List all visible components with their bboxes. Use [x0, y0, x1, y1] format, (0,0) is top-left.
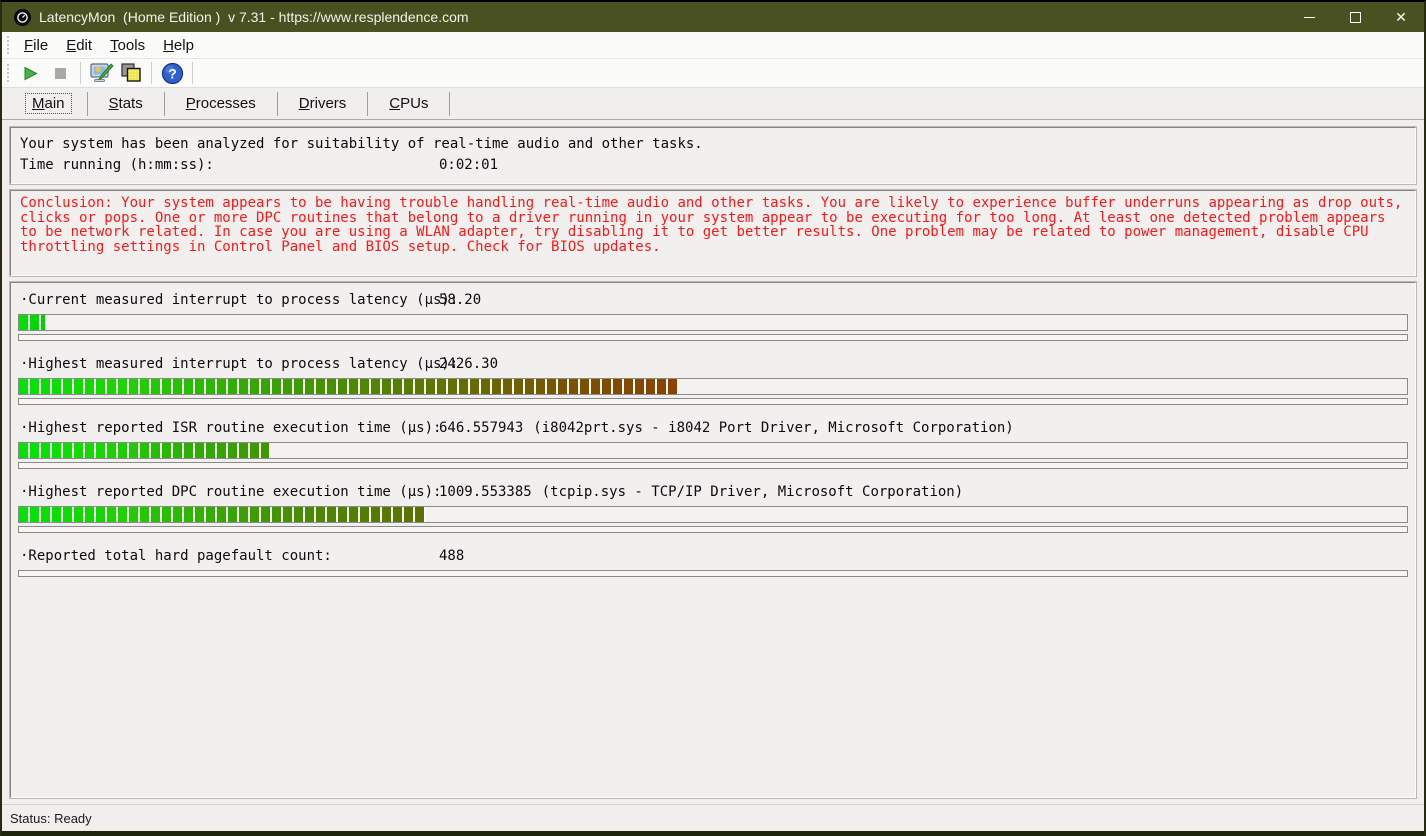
latency-bar-fill: [19, 443, 269, 458]
start-monitor-button[interactable]: [15, 60, 45, 86]
latency-bar: [18, 506, 1408, 523]
tab-main[interactable]: Main: [10, 92, 88, 116]
menubar-gripper[interactable]: [7, 36, 9, 54]
tab-bar: Main Stats Processes Drivers CPUs: [2, 88, 1424, 120]
measurement-label: ·Highest measured interrupt to process l…: [20, 354, 439, 374]
time-running-value: 0:02:01: [439, 157, 498, 173]
latency-bar-scale: [18, 570, 1408, 577]
latencymon-window: LatencyMon (Home Edition ) v 7.31 - http…: [0, 0, 1426, 836]
latency-bar-scale: [18, 398, 1408, 405]
measurement-label: ·Reported total hard pagefault count:: [20, 546, 439, 566]
latency-bar-scale: [18, 334, 1408, 341]
measurements-box: ·Current measured interrupt to process l…: [10, 282, 1416, 798]
measurement-row-pagefault-count: ·Reported total hard pagefault count:488: [18, 546, 1408, 577]
measurement-row-dpc-time: ·Highest reported DPC routine execution …: [18, 482, 1408, 533]
toolbar: ?: [2, 59, 1424, 88]
measurement-value: 646.557943: [439, 420, 523, 436]
help-button[interactable]: ?: [157, 60, 187, 86]
measurement-driver-detail: (i8042prt.sys - i8042 Port Driver, Micro…: [533, 420, 1013, 436]
measurement-label: ·Highest reported DPC routine execution …: [20, 482, 439, 502]
toolbar-separator: [192, 62, 193, 84]
menu-edit[interactable]: Edit: [57, 37, 101, 54]
latency-bar: [18, 314, 1408, 331]
stop-icon: [55, 68, 66, 79]
close-icon: ✕: [1395, 10, 1407, 24]
measurement-row-current-latency: ·Current measured interrupt to process l…: [18, 290, 1408, 341]
menu-tools[interactable]: Tools: [101, 37, 154, 54]
stop-monitor-button[interactable]: [45, 60, 75, 86]
maximize-button[interactable]: [1332, 2, 1378, 32]
menu-help[interactable]: Help: [154, 37, 203, 54]
minimize-icon: [1304, 17, 1315, 18]
tab-drivers[interactable]: Drivers: [278, 92, 369, 116]
latency-bar: [18, 442, 1408, 459]
latency-bar-fill: [19, 507, 426, 522]
app-icon: [14, 9, 31, 26]
title-bar: LatencyMon (Home Edition ) v 7.31 - http…: [2, 2, 1424, 32]
latency-bar-fill: [19, 379, 677, 394]
tab-cpus[interactable]: CPUs: [368, 92, 450, 116]
status-bar: Status: Ready: [2, 804, 1424, 831]
measurement-label: ·Highest reported ISR routine execution …: [20, 418, 439, 438]
time-running-label: Time running (h:mm:ss):: [20, 155, 439, 176]
menu-file[interactable]: File: [15, 37, 57, 54]
tab-processes[interactable]: Processes: [165, 92, 278, 116]
toolbar-gripper[interactable]: [7, 64, 9, 82]
minimize-button[interactable]: [1286, 2, 1332, 32]
measurement-label: ·Current measured interrupt to process l…: [20, 290, 439, 310]
measurement-driver-detail: (tcpip.sys - TCP/IP Driver, Microsoft Co…: [542, 484, 963, 500]
conclusion-text: Conclusion: Your system appears to be ha…: [20, 196, 1406, 254]
measurement-value: 1009.553385: [439, 484, 532, 500]
window-title: LatencyMon (Home Edition ) v 7.31 - http…: [39, 9, 469, 25]
play-icon: [22, 65, 39, 82]
measurement-row-isr-time: ·Highest reported ISR routine execution …: [18, 418, 1408, 469]
latency-bar-fill: [19, 315, 45, 330]
svg-text:?: ?: [168, 65, 177, 81]
maximize-icon: [1350, 12, 1361, 23]
time-running-line: Time running (h:mm:ss):0:02:01: [20, 155, 1406, 176]
latency-bar: [18, 378, 1408, 395]
measurement-value: 58.20: [439, 292, 481, 308]
menu-bar: File Edit Tools Help: [2, 32, 1424, 59]
main-panel: Your system has been analyzed for suitab…: [2, 120, 1424, 804]
window-bottom-edge: [2, 831, 1424, 836]
measurement-value: 488: [439, 548, 464, 564]
monitor-tool-icon: [88, 61, 114, 85]
processes-button[interactable]: [116, 60, 146, 86]
options-button[interactable]: [86, 60, 116, 86]
layers-icon: [119, 61, 143, 85]
latency-bar-scale: [18, 526, 1408, 533]
measurement-row-highest-latency: ·Highest measured interrupt to process l…: [18, 354, 1408, 405]
conclusion-box: Conclusion: Your system appears to be ha…: [10, 190, 1416, 276]
latency-bar-scale: [18, 462, 1408, 469]
measurement-value: 2426.30: [439, 356, 498, 372]
close-button[interactable]: ✕: [1378, 2, 1424, 32]
toolbar-separator: [151, 62, 152, 84]
analysis-summary: Your system has been analyzed for suitab…: [20, 134, 1406, 155]
status-text: Status: Ready: [10, 811, 92, 826]
help-icon: ?: [161, 62, 184, 85]
toolbar-separator: [80, 62, 81, 84]
tab-stats[interactable]: Stats: [88, 92, 165, 116]
analysis-info-box: Your system has been analyzed for suitab…: [10, 127, 1416, 184]
